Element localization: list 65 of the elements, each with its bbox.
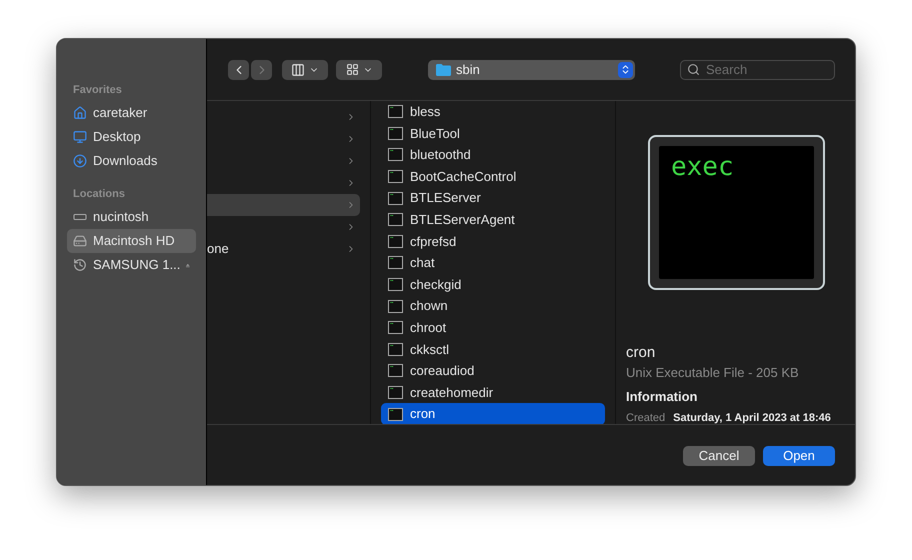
- sidebar-item[interactable]: Macintosh HD: [67, 229, 196, 253]
- section-heading: Information: [626, 389, 698, 405]
- sidebar-item[interactable]: caretaker: [67, 101, 196, 125]
- file-row[interactable]: bluetoothd: [381, 144, 605, 166]
- sidebar-item[interactable]: Desktop: [67, 125, 196, 149]
- forward-button[interactable]: [251, 60, 272, 80]
- file-row[interactable]: BTLEServer: [381, 187, 605, 209]
- view-mode-button[interactable]: [282, 60, 328, 80]
- terminal-file-icon: [388, 192, 403, 205]
- monitor-icon: [73, 130, 87, 144]
- terminal-file-icon: [388, 148, 403, 162]
- back-button[interactable]: [228, 60, 249, 80]
- terminal-file-icon: [388, 364, 403, 378]
- sidebar-item[interactable]: nucintosh: [67, 205, 196, 229]
- terminal-file-icon: [388, 213, 403, 226]
- sidebar-heading: Locations: [72, 187, 126, 201]
- open-button[interactable]: Open: [763, 446, 835, 466]
- home-icon: [73, 106, 87, 120]
- terminal-file-icon: [388, 278, 403, 292]
- terminal-file-icon: [388, 386, 403, 400]
- hard-drive-icon: [73, 234, 87, 248]
- path-popup[interactable]: sbin: [428, 60, 635, 80]
- file-row[interactable]: ckksctl: [381, 338, 605, 360]
- file-row[interactable]: chown: [381, 295, 605, 317]
- file-row[interactable]: createhomedir: [381, 382, 605, 404]
- file-row[interactable]: chroot: [381, 316, 605, 339]
- terminal-file-icon: [388, 408, 403, 421]
- search-icon: [687, 62, 700, 76]
- terminal-file-icon: [388, 126, 403, 140]
- terminal-file-icon: [388, 234, 403, 248]
- file-name: cron: [626, 344, 656, 362]
- download-icon: [73, 154, 87, 168]
- file-row[interactable]: checkgid: [381, 274, 605, 296]
- sidebar-heading: Favorites: [72, 83, 123, 97]
- clock-icon: [73, 258, 87, 272]
- cancel-button[interactable]: Cancel: [683, 446, 755, 466]
- file-row[interactable]: cfprefsd: [381, 230, 605, 252]
- stepper-icon: [618, 62, 633, 78]
- folder-icon: [436, 64, 451, 76]
- grid-icon: [346, 63, 358, 76]
- terminal-file-icon: [388, 170, 403, 184]
- icon-label: exec: [671, 152, 734, 182]
- file-row[interactable]: bless: [381, 101, 605, 123]
- column-row[interactable]: one: [207, 238, 360, 260]
- terminal-file-icon: [388, 105, 403, 118]
- file-row[interactable]: BootCacheControl: [381, 166, 605, 188]
- sidebar-item[interactable]: Downloads: [67, 149, 196, 173]
- terminal-file-icon: [388, 256, 403, 270]
- row-label: one: [207, 240, 229, 258]
- file-row[interactable]: cron: [381, 403, 605, 424]
- terminal-file-icon: [388, 342, 403, 356]
- group-button[interactable]: [336, 60, 382, 80]
- search-field[interactable]: Search: [680, 60, 835, 80]
- file-row[interactable]: chat: [381, 252, 605, 274]
- field-label: Created: [626, 412, 666, 424]
- column-row[interactable]: [207, 194, 360, 216]
- field-value: Saturday, 1 April 2023 at 18:46: [673, 412, 831, 424]
- file-row[interactable]: BTLEServerAgent: [381, 208, 605, 231]
- columns-icon: [291, 62, 305, 76]
- sidebar-item[interactable]: SAMSUNG 1...: [67, 253, 196, 277]
- file-kind: Unix Executable File - 205 KB: [626, 365, 800, 381]
- file-row[interactable]: BlueTool: [381, 122, 605, 144]
- terminal-file-icon: [388, 300, 403, 313]
- terminal-file-icon: [388, 321, 403, 334]
- file-row[interactable]: coreaudiod: [381, 360, 605, 382]
